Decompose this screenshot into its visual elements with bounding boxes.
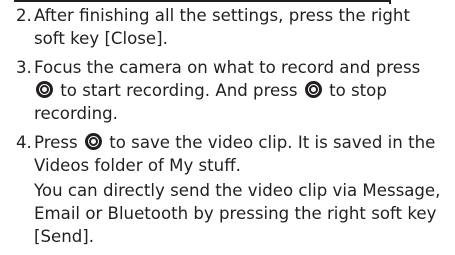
step-4: 4. Press to save the video clip. It is sa… — [16, 131, 446, 177]
top-rule — [14, 0, 390, 2]
step-3-text-a: Focus the camera on what to record and p… — [34, 58, 421, 77]
step-4-text-a: Press — [34, 133, 78, 152]
step-3-number: 3. — [16, 58, 32, 77]
send-note: You can directly send the video clip via… — [34, 181, 441, 246]
step-3: 3. Focus the camera on what to record and… — [16, 56, 446, 125]
step-2-text: After finishing all the settings, press … — [34, 6, 410, 48]
step-2-number: 2. — [16, 6, 32, 25]
instruction-list: 2. After finishing all the settings, pres… — [16, 4, 446, 248]
step-4-number: 4. — [16, 133, 32, 152]
center-key-icon — [84, 133, 102, 150]
center-key-icon — [36, 81, 53, 98]
step-3-text-b: to start recording. And press — [60, 81, 298, 100]
step-2: 2. After finishing all the settings, pres… — [16, 4, 446, 50]
manual-page: 2. After finishing all the settings, pres… — [0, 0, 455, 255]
center-key-icon — [304, 81, 322, 98]
